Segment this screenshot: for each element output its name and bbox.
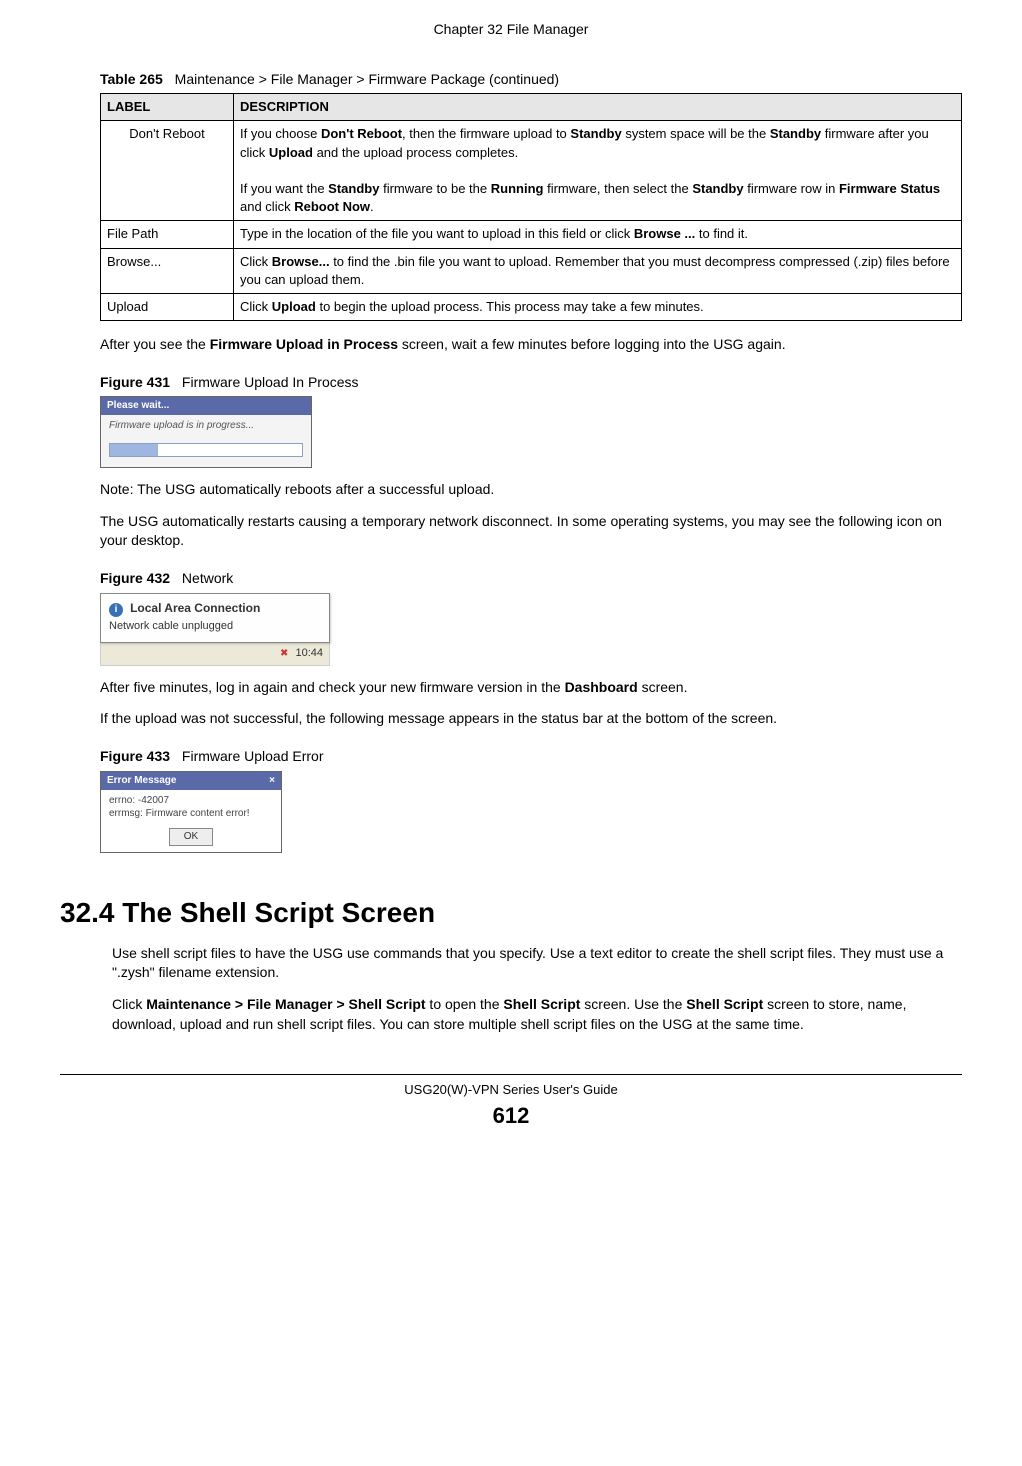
row-desc: If you choose Don't Reboot, then the fir… (234, 121, 962, 221)
table-row: File Path Type in the location of the fi… (101, 221, 962, 248)
body-paragraph: Click Maintenance > File Manager > Shell… (112, 995, 962, 1034)
dialog-title-text: Error Message (107, 774, 176, 788)
row-label: Upload (101, 293, 234, 320)
figure-number: Figure 433 (100, 748, 170, 764)
figure-title: Firmware Upload Error (182, 748, 324, 764)
figure-number: Figure 431 (100, 374, 170, 390)
row-label: Don't Reboot (101, 121, 234, 221)
note-text: Note: The USG automatically reboots afte… (100, 480, 962, 500)
tray-clock: 10:44 (295, 647, 323, 659)
table-header-label: LABEL (101, 94, 234, 121)
ok-button[interactable]: OK (169, 828, 213, 846)
body-paragraph: After you see the Firmware Upload in Pro… (100, 335, 962, 355)
balloon-subtitle: Network cable unplugged (109, 619, 321, 634)
figure-433-box: Error Message × errno: -42007 errmsg: Fi… (100, 771, 282, 853)
chapter-header: Chapter 32 File Manager (60, 20, 962, 40)
info-icon: i (109, 603, 123, 617)
figure-caption: Figure 431 Firmware Upload In Process (100, 373, 962, 393)
figure-title: Firmware Upload In Process (182, 374, 359, 390)
notification-balloon: i Local Area Connection Network cable un… (100, 593, 330, 644)
body-paragraph: If the upload was not successful, the fo… (100, 709, 962, 729)
dialog-titlebar: Please wait... (101, 397, 311, 415)
figure-432-box: i Local Area Connection Network cable un… (100, 593, 330, 666)
progress-bar (109, 443, 303, 457)
figure-431-box: Please wait... Firmware upload is in pro… (100, 396, 312, 468)
body-paragraph: The USG automatically restarts causing a… (100, 512, 962, 551)
row-desc: Type in the location of the file you wan… (234, 221, 962, 248)
body-paragraph: Use shell script files to have the USG u… (112, 944, 962, 983)
figure-caption: Figure 433 Firmware Upload Error (100, 747, 962, 767)
table-row: Don't Reboot If you choose Don't Reboot,… (101, 121, 962, 221)
table-title: Maintenance > File Manager > Firmware Pa… (175, 71, 559, 87)
firmware-table: LABEL DESCRIPTION Don't Reboot If you ch… (100, 93, 962, 321)
page-footer: USG20(W)-VPN Series User's Guide 612 (60, 1074, 962, 1132)
error-line-2: errmsg: Firmware content error! (109, 807, 273, 820)
dialog-body: errno: -42007 errmsg: Firmware content e… (101, 790, 281, 824)
close-icon[interactable]: × (269, 774, 275, 788)
body-paragraph: After five minutes, log in again and che… (100, 678, 962, 698)
figure-caption: Figure 432 Network (100, 569, 962, 589)
row-desc: Click Browse... to find the .bin file yo… (234, 248, 962, 293)
table-caption: Table 265 Maintenance > File Manager > F… (100, 70, 962, 90)
row-label: File Path (101, 221, 234, 248)
footer-guide-title: USG20(W)-VPN Series User's Guide (404, 1082, 617, 1097)
figure-number: Figure 432 (100, 570, 170, 586)
row-desc: Click Upload to begin the upload process… (234, 293, 962, 320)
table-row: Upload Click Upload to begin the upload … (101, 293, 962, 320)
table-row: Browse... Click Browse... to find the .b… (101, 248, 962, 293)
error-line-1: errno: -42007 (109, 794, 273, 807)
system-tray: ✖ 10:44 (100, 643, 330, 665)
section-heading: 32.4 The Shell Script Screen (60, 893, 962, 932)
balloon-title: Local Area Connection (130, 601, 260, 615)
table-number: Table 265 (100, 71, 163, 87)
table-header-desc: DESCRIPTION (234, 94, 962, 121)
figure-title: Network (182, 570, 233, 586)
page-number: 612 (60, 1101, 962, 1132)
row-label: Browse... (101, 248, 234, 293)
network-disconnected-icon: ✖ (280, 648, 288, 659)
dialog-message: Firmware upload is in progress... (101, 415, 311, 437)
dialog-titlebar: Error Message × (101, 772, 281, 790)
